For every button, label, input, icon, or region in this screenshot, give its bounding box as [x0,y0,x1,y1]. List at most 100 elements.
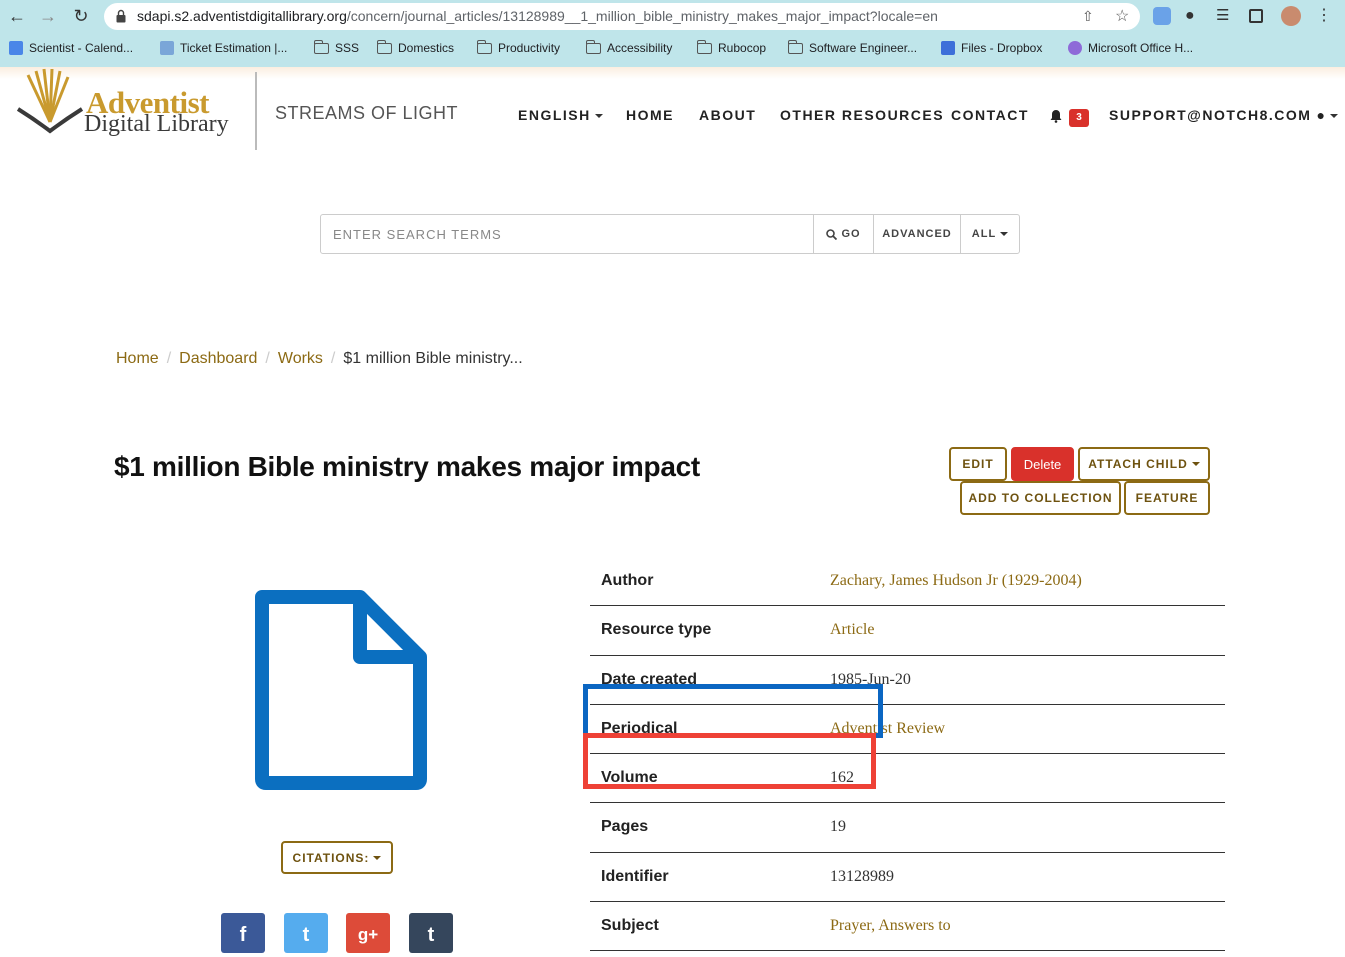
user-menu-dropdown[interactable]: SUPPORT@NOTCH8.COM ● [1109,107,1339,123]
attach-child-label: ATTACH CHILD [1088,457,1188,471]
search-bar: GO ADVANCED ALL [320,214,1020,254]
menu-dots-icon[interactable]: ⋮ [1316,7,1334,25]
bell-icon[interactable] [1049,109,1063,123]
browser-chrome: ← → ↻ sdapi.s2.adventistdigitallibrary.o… [0,0,1345,67]
share-icon[interactable]: ⇧ [1082,8,1094,25]
caret-down-icon [373,855,382,860]
logo-divider [255,72,257,150]
media-icon[interactable]: ☰ [1216,7,1234,25]
notification-badge[interactable]: 3 [1069,109,1089,127]
table-row: Pages 19 [590,803,1225,853]
breadcrumb-separator: / [265,350,270,367]
volume-highlight-box [583,684,883,738]
bookmark-item[interactable]: Scientist - Calend... [9,39,133,57]
bookmark-star-icon[interactable]: ☆ [1115,6,1129,26]
citations-dropdown[interactable]: CITATIONS: [281,841,393,874]
bookmark-label: Accessibility [607,41,673,55]
lock-icon [116,9,126,23]
search-go-button[interactable]: GO [813,215,873,253]
pages-highlight-box [583,733,876,789]
dropbox-icon [941,41,955,55]
folder-icon [586,39,601,54]
bookmark-label: Software Engineer... [809,41,918,55]
back-arrow-icon[interactable]: ← [6,5,28,27]
bookmark-label: Productivity [498,41,561,55]
search-go-label: GO [841,228,861,240]
search-scope-label: ALL [971,228,997,240]
bookmark-label: Files - Dropbox [961,41,1043,55]
breadcrumb-separator: / [330,350,336,367]
profile-avatar[interactable] [1281,6,1301,26]
bookmark-item[interactable]: Accessibility [586,39,672,57]
breadcrumb: Home / Dashboard / Works / $1 million Bible mi… [116,350,523,368]
bookmark-item[interactable]: Ticket Estimation |... [160,39,287,57]
address-bar-row: ← → ↻ sdapi.s2.adventistdigitallibrary.o… [0,0,1345,33]
bookmark-label: Microsoft Office H... [1088,41,1194,55]
nav-language-label: ENGLISH [518,107,591,123]
sidepanel-icon[interactable] [1249,9,1263,23]
nav-contact[interactable]: CONTACT [951,107,1029,123]
add-to-collection-button[interactable]: ADD TO COLLECTION [960,481,1121,515]
search-scope-dropdown[interactable]: ALL [960,215,1019,253]
advanced-search-button[interactable]: ADVANCED [873,215,960,253]
site-logo[interactable]: Adventist Digital Library [14,67,244,139]
caret-down-icon [1000,232,1009,236]
folder-icon [697,39,712,54]
tumblr-share-icon[interactable]: t [409,913,453,953]
resource-type-link[interactable]: Article [830,621,874,639]
bookmark-item[interactable]: SSS [314,39,359,57]
forward-arrow-icon[interactable]: → [37,5,59,27]
folder-icon [788,39,803,54]
nav-other-resources[interactable]: OTHER RESOURCES [780,107,944,123]
metadata-key: Author [601,572,654,589]
breadcrumb-home[interactable]: Home [116,350,159,367]
metadata-key: Subject [601,917,659,935]
omnibox[interactable]: sdapi.s2.adventistdigitallibrary.org/con… [104,3,1140,30]
bookmark-item[interactable]: Software Engineer... [788,39,917,57]
breadcrumb-current: $1 million Bible ministry... [343,350,523,367]
edit-button[interactable]: EDIT [949,447,1007,481]
bookmark-item[interactable]: Productivity [477,39,560,57]
bookmark-label: Rubocop [718,41,767,55]
bookmark-item[interactable]: Files - Dropbox [941,39,1042,57]
metadata-key: Resource type [601,621,712,639]
author-link[interactable]: Zachary, James Hudson Jr (1929-2004) [830,572,1082,590]
bookmarks-bar: Scientist - Calend... Ticket Estimation … [0,37,1345,59]
citations-label: CITATIONS: [292,850,370,865]
page-title: $1 million Bible ministry makes major im… [114,451,700,482]
metadata-key: Pages [601,818,649,836]
file-icon [255,590,427,790]
tagline: STREAMS OF LIGHT [275,103,459,123]
delete-button[interactable]: Delete [1011,447,1074,481]
caret-down-icon [1191,462,1200,466]
nav-language-dropdown[interactable]: ENGLISH [518,107,603,123]
attach-child-dropdown[interactable]: ATTACH CHILD [1078,447,1210,481]
bookmark-item[interactable]: Microsoft Office H... [1068,39,1193,57]
googleplus-share-icon[interactable]: g+ [346,913,390,953]
office-icon [1068,41,1082,55]
feature-button[interactable]: FEATURE [1124,481,1210,515]
puzzle-icon[interactable]: ● [1185,7,1203,25]
bookmark-item[interactable]: Rubocop [697,39,766,57]
subject-link[interactable]: Prayer, Answers to [830,917,951,935]
folder-icon [477,39,492,54]
nav-home[interactable]: HOME [626,107,674,123]
twitter-share-icon[interactable]: t [284,913,328,953]
caret-down-icon [1330,114,1339,119]
nav-about[interactable]: ABOUT [699,107,756,123]
reload-icon[interactable]: ↻ [70,5,92,27]
search-input[interactable] [321,215,813,253]
bookmark-label: SSS [335,41,360,55]
breadcrumb-works[interactable]: Works [278,350,323,367]
facebook-share-icon[interactable]: f [221,913,265,953]
search-icon [826,228,838,240]
bookmark-label: Scientist - Calend... [29,41,134,55]
caret-down-icon [594,114,603,119]
breadcrumb-dashboard[interactable]: Dashboard [179,350,257,367]
bookmark-label: Ticket Estimation |... [180,41,288,55]
ticket-icon [160,41,174,55]
extension-icon[interactable] [1153,7,1171,25]
folder-icon [314,39,329,54]
bookmark-item[interactable]: Domestics [377,39,454,57]
user-email: SUPPORT@NOTCH8.COM [1109,107,1312,123]
